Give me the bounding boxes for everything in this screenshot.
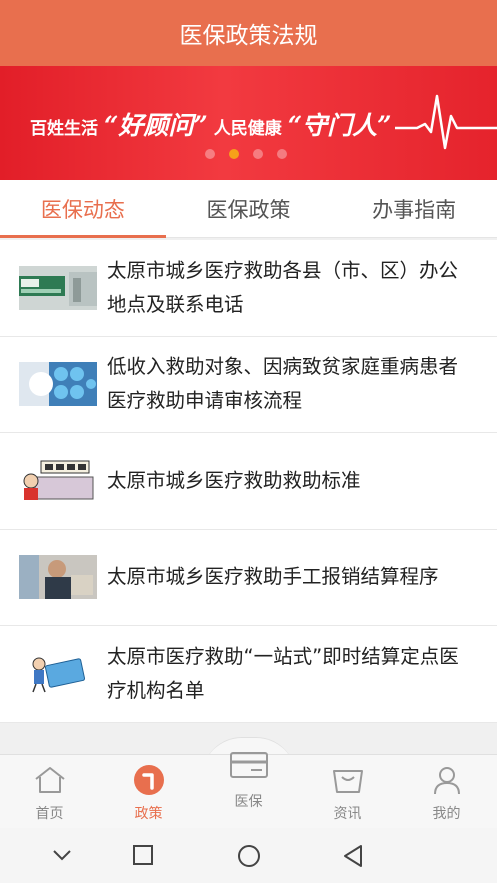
tab-insurance-policy[interactable]: 医保政策: [166, 180, 332, 237]
chevron-down-icon[interactable]: [52, 848, 72, 862]
elderly-man-photo-thumbnail: [19, 555, 97, 600]
list-item[interactable]: 低收入救助对象、因病致贫家庭重病患者医疗救助申请审核流程: [0, 337, 497, 433]
slogan-quote2: “守门人”: [287, 111, 392, 140]
medical-office-sign-thumbnail: [19, 265, 97, 310]
nav-label: 医保: [234, 794, 263, 810]
home-circle-icon[interactable]: [237, 844, 261, 868]
nav-mine[interactable]: 我的: [397, 755, 496, 829]
bottom-nav: 首页 政策 医保 资讯 我的: [0, 752, 497, 829]
carousel-dot[interactable]: [205, 149, 215, 159]
nav-home[interactable]: 首页: [0, 755, 99, 829]
policy-icon: [133, 765, 164, 795]
home-icon: [34, 767, 65, 793]
category-tabs: 医保动态 医保政策 办事指南: [0, 180, 497, 238]
app-header: 医保政策法规: [0, 0, 497, 66]
tab-service-guide[interactable]: 办事指南: [331, 180, 497, 237]
carousel-dots: [205, 149, 287, 159]
nav-label: 首页: [35, 806, 64, 822]
slogan-part2: 人民健康: [213, 119, 282, 139]
article-list: 太原市城乡医疗救助各县（市、区）办公地点及联系电话 低收入救助对象、因病致贫家庭…: [0, 240, 497, 723]
nav-news[interactable]: 资讯: [298, 755, 397, 829]
list-item[interactable]: 太原市医疗救助“一站式”即时结算定点医疗机构名单: [0, 626, 497, 723]
article-title: 太原市城乡医疗救助救助标准: [107, 468, 361, 492]
article-title: 太原市城乡医疗救助手工报销结算程序: [107, 565, 439, 589]
heartbeat-line-icon: [395, 94, 497, 150]
carousel-dot[interactable]: [277, 149, 287, 159]
nav-label: 资讯: [333, 806, 362, 822]
banner-slogan: 百姓生活 “好顾问” 人民健康 “守门人”: [30, 106, 398, 142]
slogan-quote1: “好顾问”: [104, 111, 208, 140]
list-item[interactable]: 太原市城乡医疗救助各县（市、区）办公地点及联系电话: [0, 240, 497, 337]
system-navigation-bar: [0, 828, 497, 883]
card-icon: [229, 752, 268, 778]
user-icon: [433, 767, 460, 795]
article-title: 太原市城乡医疗救助各县（市、区）办公地点及联系电话: [107, 258, 459, 316]
article-title: 太原市医疗救助“一站式”即时结算定点医疗机构名单: [107, 644, 459, 702]
slogan-part1: 百姓生活: [30, 119, 98, 139]
list-item[interactable]: 太原市城乡医疗救助救助标准: [0, 433, 497, 530]
nav-policy[interactable]: 政策: [99, 755, 198, 829]
promo-banner[interactable]: 百姓生活 “好顾问” 人民健康 “守门人”: [0, 66, 497, 180]
carousel-dot-active[interactable]: [229, 149, 239, 159]
article-title: 低收入救助对象、因病致贫家庭重病患者医疗救助申请审核流程: [107, 355, 459, 413]
carousel-dot[interactable]: [253, 149, 263, 159]
news-icon: [332, 770, 363, 793]
recent-apps-icon[interactable]: [132, 844, 154, 866]
insurance-card-cartoon-thumbnail: [19, 651, 97, 696]
nav-label: 我的: [432, 806, 461, 822]
nav-insurance[interactable]: 医保: [199, 752, 298, 829]
page-title: 医保政策法规: [179, 23, 318, 49]
healthcare-icons-thumbnail: [19, 362, 97, 407]
list-item[interactable]: 太原市城乡医疗救助手工报销结算程序: [0, 530, 497, 626]
relief-standard-cartoon-thumbnail: [19, 458, 97, 503]
nav-label: 政策: [134, 806, 163, 822]
app-screen: 医保政策法规 百姓生活 “好顾问” 人民健康 “守门人” 医保动态 医保政策 办…: [0, 0, 497, 883]
back-triangle-icon[interactable]: [342, 844, 364, 868]
tab-insurance-news[interactable]: 医保动态: [0, 180, 166, 238]
